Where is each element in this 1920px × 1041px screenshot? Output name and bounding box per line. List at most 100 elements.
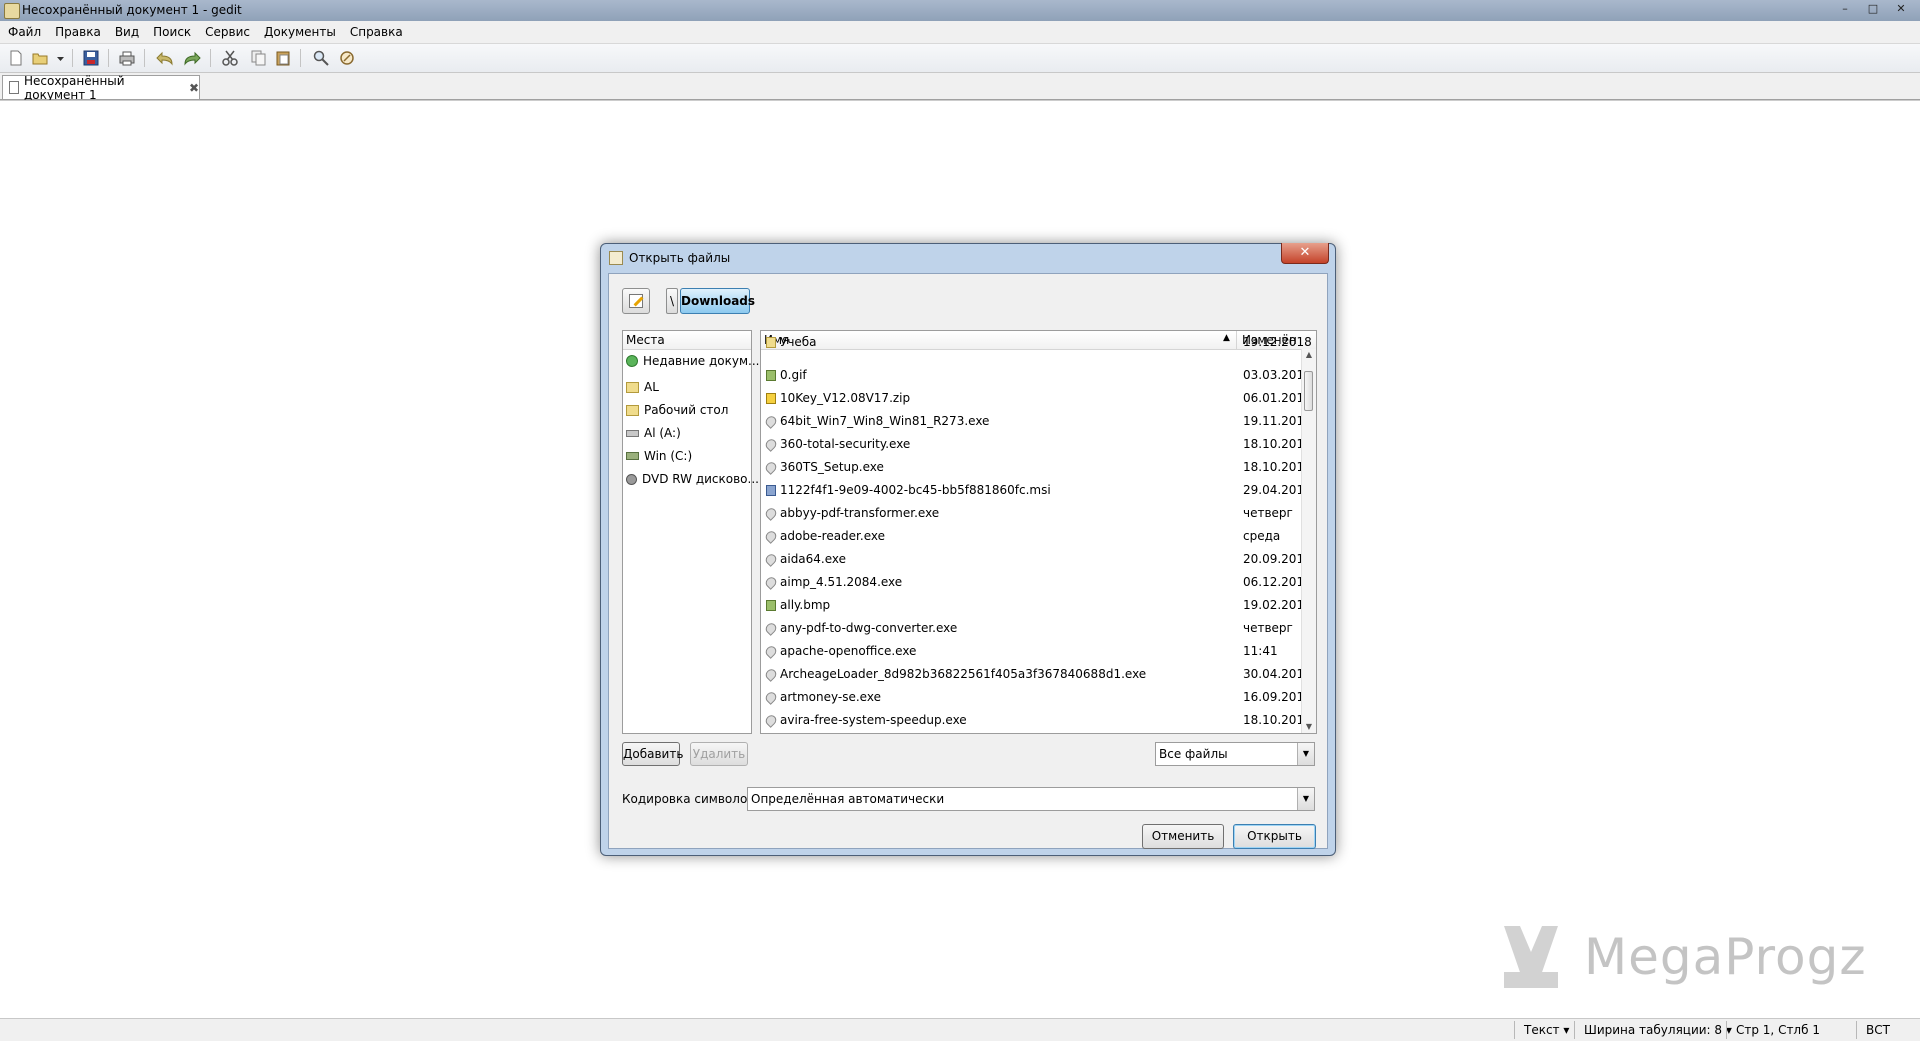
file-row[interactable]: artmoney-se.exe 16.09.2019 [761, 686, 1312, 709]
place-dvd-drive[interactable]: DVD RW дисково... [626, 469, 759, 489]
chevron-down-icon: ▼ [1297, 743, 1314, 765]
installer-file-icon [766, 485, 776, 496]
scroll-up-arrow-icon[interactable]: ▲ [1302, 349, 1316, 361]
menu-search[interactable]: Поиск [146, 25, 198, 39]
copy-icon[interactable] [249, 49, 267, 67]
dialog-content: \ Downloads Места Недавние докум... AL Р… [608, 273, 1328, 849]
file-row[interactable]: adobe-reader.exe среда [761, 525, 1301, 548]
chevron-down-icon: ▼ [1297, 788, 1314, 810]
cancel-button[interactable]: Отменить [1142, 824, 1224, 849]
menu-documents[interactable]: Документы [257, 25, 343, 39]
file-filter-select[interactable]: Все файлы ▼ [1155, 742, 1315, 766]
find-icon[interactable] [312, 49, 330, 67]
tab-width-selector[interactable]: Ширина табуляции: 8 ▾ [1584, 1023, 1732, 1037]
hard-drive-icon [626, 452, 639, 460]
file-name: Учеба [780, 335, 817, 349]
menu-file[interactable]: Файл [0, 25, 48, 39]
encoding-select[interactable]: Определённая автоматически ▼ [747, 787, 1315, 811]
file-row[interactable]: avira-free-system-speedup.exe 18.10.2019 [761, 709, 1312, 732]
maximize-button[interactable]: □ [1860, 1, 1886, 17]
pencil-icon [629, 294, 643, 308]
executable-file-icon [763, 437, 779, 452]
scroll-down-arrow-icon[interactable]: ▼ [1302, 721, 1316, 733]
undo-icon[interactable] [156, 49, 174, 67]
type-location-button[interactable] [622, 288, 650, 314]
file-row[interactable]: Учеба 19.12.2018 [761, 331, 1312, 354]
file-row[interactable]: apache-openoffice.exe 11:41 [761, 640, 1301, 663]
redo-icon[interactable] [183, 49, 201, 67]
executable-file-icon [763, 506, 779, 521]
dialog-close-button[interactable]: ✕ [1281, 243, 1329, 264]
open-button[interactable]: Открыть [1233, 824, 1316, 849]
paste-icon[interactable] [274, 49, 292, 67]
menu-tools[interactable]: Сервис [198, 25, 257, 39]
new-document-icon[interactable] [7, 49, 25, 67]
place-desktop[interactable]: Рабочий стол [626, 400, 728, 420]
toolbar-separator [72, 49, 73, 67]
toolbar-separator [144, 49, 145, 67]
file-row[interactable]: ally.bmp 19.02.2019 [761, 594, 1312, 617]
executable-file-icon [763, 529, 779, 544]
executable-file-icon [763, 414, 779, 429]
insert-mode-indicator: ВСТ [1866, 1023, 1890, 1037]
open-dropdown-icon[interactable] [56, 49, 66, 67]
minimize-button[interactable]: – [1832, 1, 1858, 17]
executable-file-icon [763, 713, 779, 728]
dialog-title: Открыть файлы [629, 251, 731, 265]
file-row[interactable]: aimp_4.51.2084.exe 06.12.2018 [761, 571, 1312, 594]
cut-icon[interactable] [221, 49, 239, 67]
cursor-position: Стр 1, Стлб 1 [1736, 1023, 1820, 1037]
file-name: adobe-reader.exe [780, 529, 885, 543]
file-list-scrollbar[interactable]: ▲ ▼ [1301, 349, 1316, 733]
folder-icon [766, 337, 776, 348]
open-icon[interactable] [31, 49, 49, 67]
file-row[interactable]: abbyy-pdf-transformer.exe четверг [761, 502, 1301, 525]
path-root-button[interactable]: \ [666, 288, 678, 314]
watermark-text: MegaProgz [1584, 928, 1867, 986]
executable-file-icon [763, 690, 779, 705]
scrollbar-thumb[interactable] [1304, 371, 1313, 411]
place-home-al[interactable]: AL [626, 377, 659, 397]
replace-icon[interactable] [338, 49, 356, 67]
place-drive-c[interactable]: Win (C:) [626, 446, 692, 466]
add-bookmark-button[interactable]: Добавить [622, 742, 683, 766]
menu-help[interactable]: Справка [343, 25, 410, 39]
document-tab[interactable]: Несохранённый документ 1 ✖ [2, 74, 200, 102]
status-bar: Текст ▾ Ширина табуляции: 8 ▾ Стр 1, Стл… [0, 1018, 1920, 1041]
print-icon[interactable] [118, 49, 136, 67]
toolbar-separator [300, 49, 301, 67]
menu-edit[interactable]: Правка [48, 25, 108, 39]
close-tab-icon[interactable]: ✖ [189, 81, 199, 95]
place-drive-a[interactable]: Al (A:) [626, 423, 681, 443]
file-row[interactable]: 64bit_Win7_Win8_Win81_R273.exe 19.11.2018 [761, 410, 1312, 433]
file-modified-date: 11:41 [1243, 644, 1278, 658]
file-name: 1122f4f1-9e09-4002-bc45-bb5f881860fc.msi [780, 483, 1051, 497]
syntax-mode-selector[interactable]: Текст ▾ [1524, 1023, 1569, 1037]
place-recent[interactable]: Недавние докум... [626, 351, 759, 371]
save-icon[interactable] [82, 49, 100, 67]
document-tab-bar: Несохранённый документ 1 ✖ [0, 73, 1920, 102]
file-row[interactable]: aida64.exe 20.09.2019 [761, 548, 1312, 571]
file-name: any-pdf-to-dwg-converter.exe [780, 621, 958, 635]
window-controls: – □ ✕ [1832, 1, 1914, 17]
file-row[interactable]: ArcheageLoader_8d982b36822561f405a3f3678… [761, 663, 1312, 686]
watermark: MegaProgz [1490, 918, 1866, 998]
close-window-button[interactable]: ✕ [1888, 1, 1914, 17]
file-row[interactable]: 10Key_V12.08V17.zip 06.01.2019 [761, 387, 1312, 410]
places-header[interactable]: Места [623, 331, 751, 350]
path-button-downloads[interactable]: Downloads [680, 288, 755, 314]
file-row[interactable]: any-pdf-to-dwg-converter.exe четверг [761, 617, 1301, 640]
file-name: 64bit_Win7_Win8_Win81_R273.exe [780, 414, 990, 428]
folder-icon [626, 381, 639, 393]
file-row[interactable]: 0.gif 03.03.2019 [761, 364, 1312, 387]
file-row[interactable]: 1122f4f1-9e09-4002-bc45-bb5f881860fc.msi… [761, 479, 1312, 502]
executable-file-icon [763, 552, 779, 567]
file-name: 0.gif [780, 368, 807, 382]
floppy-drive-icon [626, 429, 639, 437]
menu-view[interactable]: Вид [108, 25, 146, 39]
remove-bookmark-button[interactable]: Удалить [690, 742, 748, 766]
file-row[interactable]: 360-total-security.exe 18.10.2019 [761, 433, 1312, 456]
file-name: ally.bmp [780, 598, 831, 612]
file-name: 10Key_V12.08V17.zip [780, 391, 911, 405]
file-row[interactable]: 360TS_Setup.exe 18.10.2019 [761, 456, 1312, 479]
